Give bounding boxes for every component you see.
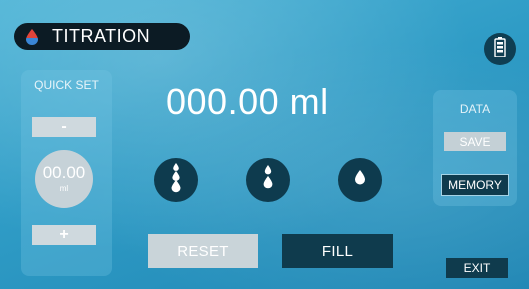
drop-icon (26, 28, 38, 45)
quick-set-panel: QUICK SET - 00.00 ml + (21, 70, 112, 276)
title-bar: TITRATION (14, 23, 190, 50)
single-drop-icon (353, 169, 367, 191)
volume-readout: 000.00 ml (166, 81, 329, 122)
dispense-medium-button[interactable] (246, 158, 290, 202)
quick-set-dial[interactable]: 00.00 ml (35, 150, 93, 208)
two-drops-icon (258, 164, 278, 196)
increase-button[interactable]: + (32, 225, 96, 245)
quick-set-value: 00.00 (42, 163, 86, 182)
quick-set-unit: ml (59, 184, 69, 193)
battery-indicator[interactable] (484, 33, 516, 65)
memory-button[interactable]: MEMORY (442, 175, 508, 195)
titration-screen: TITRATION QUICK SET - 00.00 ml + 000.00 … (0, 0, 529, 289)
dispense-single-button[interactable] (338, 158, 382, 202)
data-label: DATA (459, 102, 491, 116)
reset-button[interactable]: RESET (148, 234, 258, 268)
quick-set-label: QUICK SET (34, 78, 99, 92)
save-button[interactable]: SAVE (444, 132, 506, 151)
page-title: TITRATION (52, 26, 151, 46)
data-panel: DATA SAVE MEMORY (433, 90, 517, 206)
dispense-large-button[interactable] (154, 158, 198, 202)
decrease-button[interactable]: - (32, 117, 96, 137)
three-drops-icon (165, 162, 187, 198)
fill-button[interactable]: FILL (282, 234, 393, 268)
battery-icon (494, 36, 506, 62)
exit-button[interactable]: EXIT (446, 258, 508, 278)
